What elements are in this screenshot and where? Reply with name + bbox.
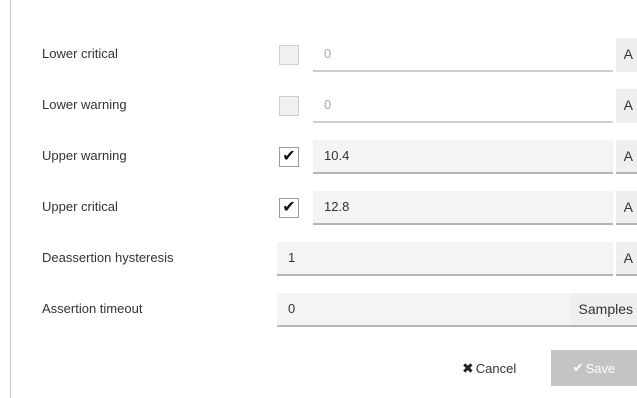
threshold-row-lower-warning: Lower warning 0 A — [0, 86, 637, 126]
save-label: Save — [585, 360, 616, 376]
lower-warning-enable-checkbox[interactable] — [279, 96, 299, 116]
upper-warning-unit: A — [615, 140, 637, 174]
lower-critical-unit: A — [615, 38, 637, 72]
threshold-settings-panel: Lower critical 0 A Lower warning 0 A Upp… — [0, 0, 637, 398]
upper-critical-input[interactable]: 12.8 — [313, 191, 613, 225]
close-icon: ✖ — [462, 360, 474, 376]
cancel-button[interactable]: ✖ Cancel — [462, 360, 516, 377]
deassertion-hysteresis-label: Deassertion hysteresis — [42, 250, 174, 265]
upper-critical-enable-checkbox[interactable]: ✔ — [279, 198, 299, 218]
upper-critical-label: Upper critical — [42, 199, 118, 214]
lower-critical-input[interactable]: 0 — [313, 38, 613, 72]
lower-critical-label: Lower critical — [42, 46, 118, 61]
lower-critical-enable-checkbox[interactable] — [279, 45, 299, 65]
assertion-timeout-label: Assertion timeout — [42, 301, 143, 316]
upper-critical-unit: A — [615, 191, 637, 225]
check-icon: ✔ — [282, 199, 296, 216]
check-icon: ✔ — [572, 360, 584, 375]
check-icon: ✔ — [282, 148, 296, 165]
deassertion-hysteresis-value: 1 — [288, 250, 296, 265]
threshold-row-deassertion-hysteresis: Deassertion hysteresis 1 A — [0, 239, 637, 279]
threshold-row-assertion-timeout: Assertion timeout 0 Samples — [0, 290, 637, 330]
deassertion-hysteresis-unit: A — [615, 242, 637, 276]
lower-warning-value: 0 — [324, 97, 332, 112]
upper-warning-enable-checkbox[interactable]: ✔ — [279, 147, 299, 167]
upper-critical-value: 12.8 — [324, 199, 350, 214]
upper-warning-input[interactable]: 10.4 — [313, 140, 613, 174]
lower-warning-unit: A — [615, 89, 637, 123]
upper-warning-value: 10.4 — [324, 148, 350, 163]
threshold-row-lower-critical: Lower critical 0 A — [0, 35, 637, 75]
threshold-row-upper-critical: Upper critical ✔ 12.8 A — [0, 188, 637, 228]
deassertion-hysteresis-input[interactable]: 1 — [277, 242, 613, 276]
assertion-timeout-unit: Samples — [570, 293, 637, 327]
assertion-timeout-input[interactable]: 0 — [277, 293, 613, 327]
cancel-label: Cancel — [475, 361, 517, 376]
lower-warning-input[interactable]: 0 — [313, 89, 613, 123]
assertion-timeout-value: 0 — [288, 301, 296, 316]
upper-warning-label: Upper warning — [42, 148, 127, 163]
lower-warning-label: Lower warning — [42, 97, 127, 112]
lower-critical-value: 0 — [324, 46, 332, 61]
save-button[interactable]: ✔ Save — [551, 350, 637, 386]
threshold-row-upper-warning: Upper warning ✔ 10.4 A — [0, 137, 637, 177]
